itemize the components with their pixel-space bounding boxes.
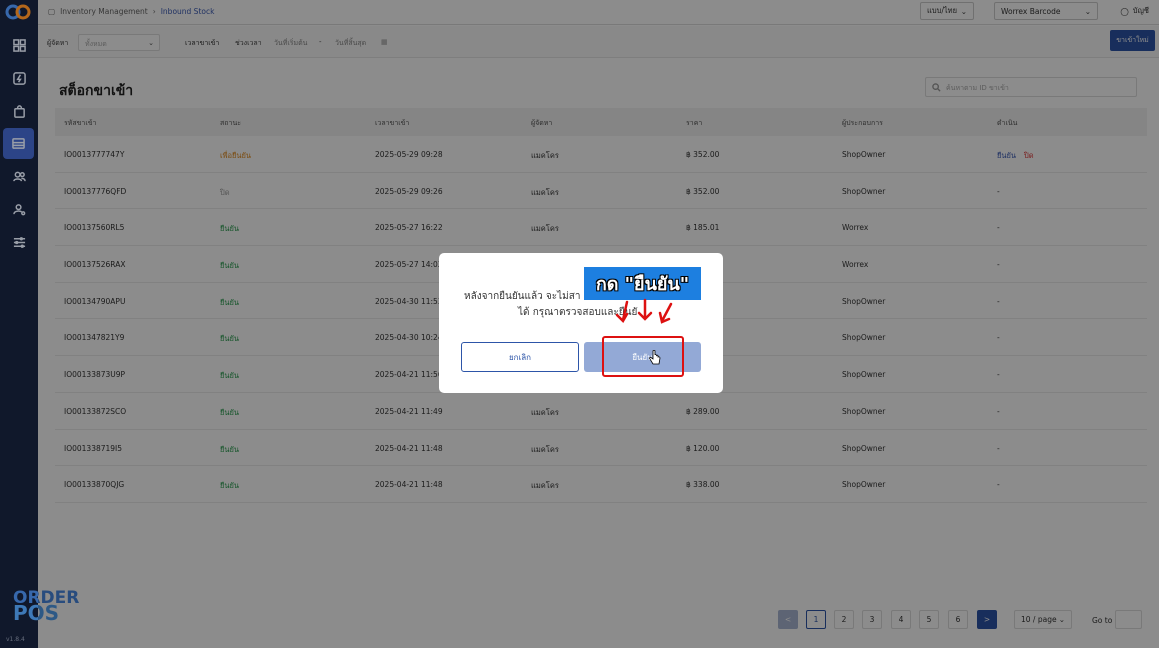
- dialog-message-line1: หลังจากยืนยันแล้ว จะไม่สา: [464, 291, 581, 302]
- cancel-button[interactable]: ยกเลิก: [461, 342, 579, 372]
- instruction-banner: กด "ยืนยัน": [584, 267, 701, 300]
- highlight-box: [602, 336, 684, 377]
- sidebar-dim: [0, 0, 38, 648]
- hand-cursor-icon: [649, 350, 661, 365]
- arrow-down-icon: [615, 298, 673, 324]
